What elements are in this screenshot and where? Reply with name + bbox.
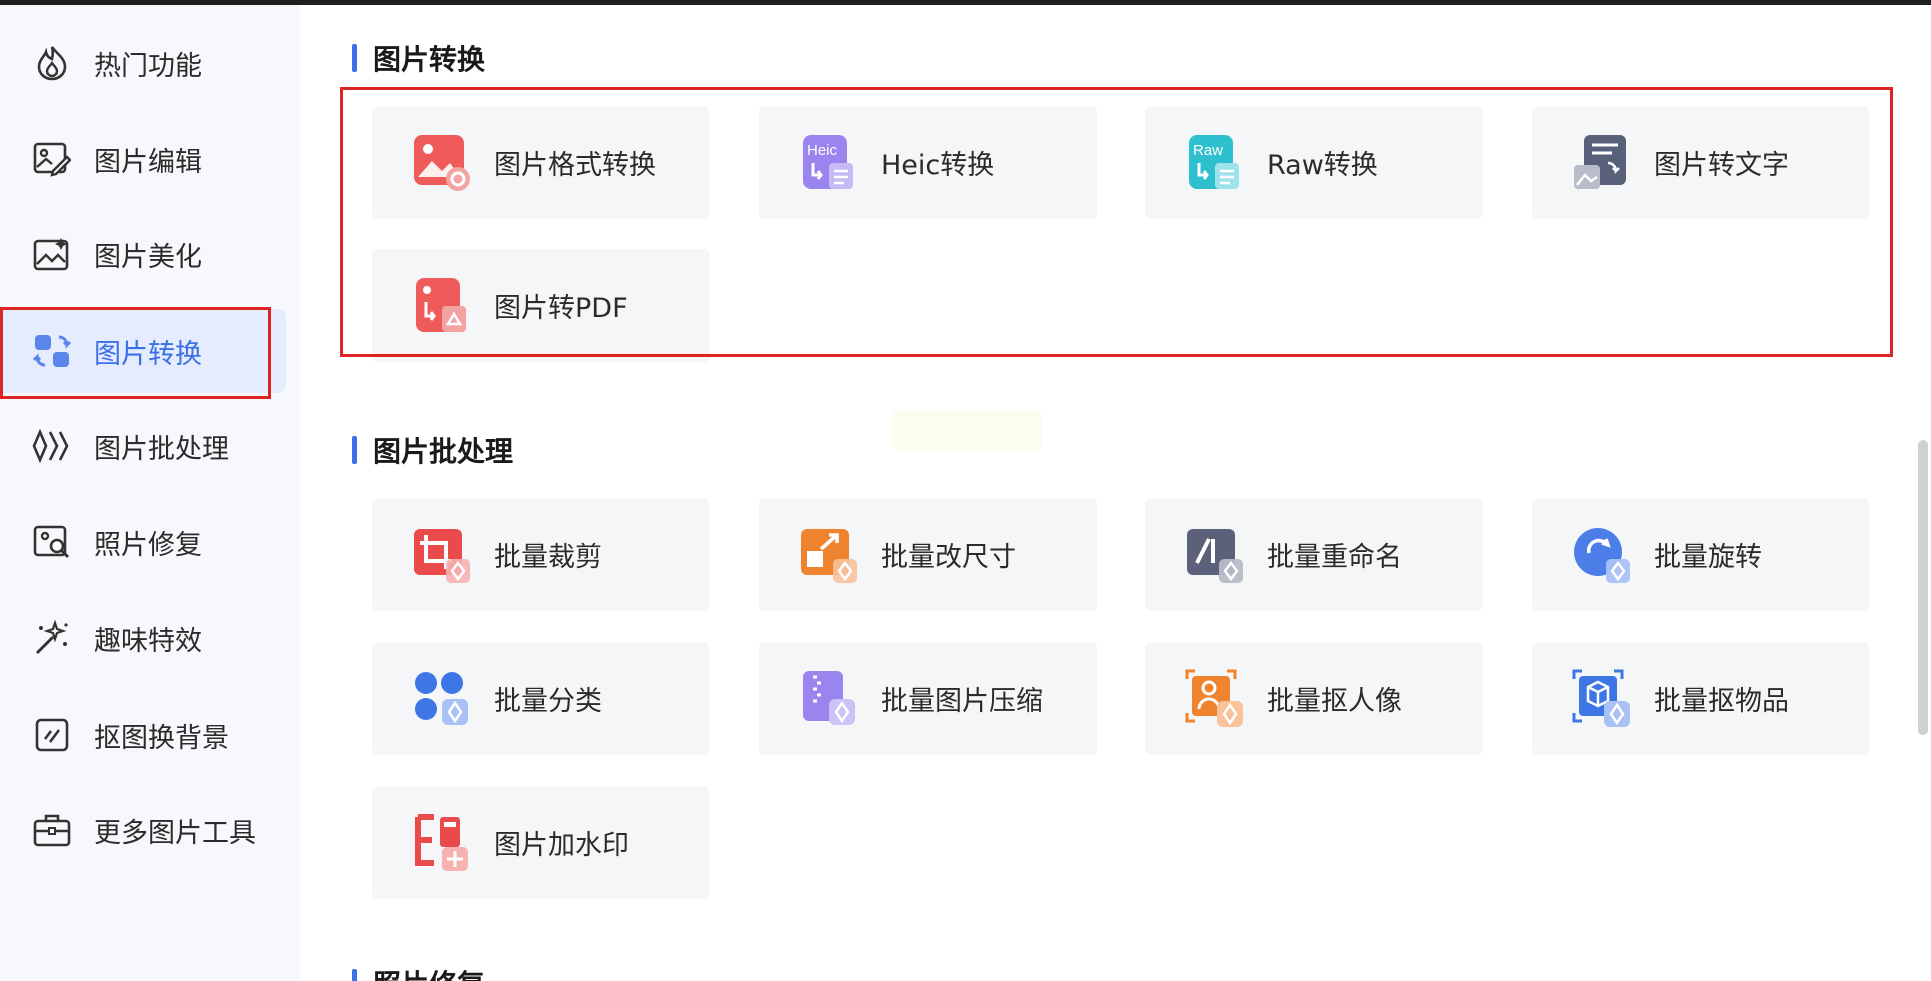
section-marker <box>352 436 357 464</box>
section-title-text: 图片批处理 <box>373 435 514 468</box>
sidebar-item-label: 更多图片工具 <box>94 817 256 849</box>
section-title-batch: 图片批处理 <box>352 430 513 470</box>
sidebar-item-image-beautify[interactable]: 图片美化 <box>0 212 286 296</box>
batch-classify-icon <box>412 669 472 729</box>
fire-icon <box>32 43 72 83</box>
card-label: Raw转换 <box>1267 150 1378 181</box>
card-label: 批量抠物品 <box>1654 686 1789 717</box>
card-label: 批量重命名 <box>1267 542 1402 573</box>
batch-crop-icon <box>412 525 472 585</box>
watermark-icon <box>412 813 472 873</box>
sidebar-item-image-convert[interactable]: 图片转换 <box>0 309 286 393</box>
sidebar-item-hot[interactable]: 热门功能 <box>0 21 286 105</box>
card-batch-object-cutout[interactable]: 批量抠物品 <box>1532 642 1870 755</box>
cutout-icon <box>32 715 72 755</box>
heic-icon: Heic <box>799 133 859 193</box>
card-add-watermark[interactable]: 图片加水印 <box>372 786 710 899</box>
image-edit-icon <box>32 139 72 179</box>
sidebar-item-label: 图片编辑 <box>94 146 202 178</box>
batch-rotate-icon <box>1572 525 1632 585</box>
sidebar-item-label: 图片美化 <box>94 241 202 273</box>
section-title-text: 照片修复 <box>373 963 485 981</box>
card-batch-classify[interactable]: 批量分类 <box>372 642 710 755</box>
photo-repair-icon <box>32 522 72 562</box>
card-label: 图片转文字 <box>1654 150 1789 181</box>
card-label: Heic转换 <box>881 150 995 181</box>
image-to-pdf-icon <box>412 276 472 336</box>
sidebar-item-label: 图片转换 <box>94 338 202 370</box>
main-content: 图片转换 图片格式转换 Heic Heic转换 Raw Raw转换 图片转文字 … <box>300 5 1905 981</box>
sidebar-item-fun-effects[interactable]: 趣味特效 <box>0 596 286 680</box>
sidebar-item-label: 热门功能 <box>94 50 202 82</box>
batch-process-icon <box>32 426 72 466</box>
sidebar-item-label: 照片修复 <box>94 529 202 561</box>
card-label: 批量改尺寸 <box>881 542 1016 573</box>
card-label: 图片格式转换 <box>494 150 656 181</box>
batch-rename-icon <box>1185 525 1245 585</box>
card-heic-convert[interactable]: Heic Heic转换 <box>759 106 1097 219</box>
sidebar-item-label: 抠图换背景 <box>94 722 229 754</box>
batch-portrait-cutout-icon <box>1185 669 1245 729</box>
card-batch-resize[interactable]: 批量改尺寸 <box>759 498 1097 611</box>
sidebar-item-batch[interactable]: 图片批处理 <box>0 404 286 488</box>
card-batch-crop[interactable]: 批量裁剪 <box>372 498 710 611</box>
heic-icon-text: Heic <box>807 142 838 159</box>
raw-icon: Raw <box>1185 133 1245 193</box>
card-label: 批量图片压缩 <box>881 686 1043 717</box>
section-marker <box>352 969 357 981</box>
vertical-scrollbar[interactable] <box>1918 440 1928 735</box>
sidebar-item-photo-repair[interactable]: 照片修复 <box>0 500 286 584</box>
image-to-text-icon <box>1572 133 1632 193</box>
card-image-format-convert[interactable]: 图片格式转换 <box>372 106 710 219</box>
card-label: 图片转PDF <box>494 293 628 324</box>
sidebar-item-label: 图片批处理 <box>94 433 229 465</box>
image-beautify-icon <box>32 234 72 274</box>
sidebar-item-cutout[interactable]: 抠图换背景 <box>0 693 286 777</box>
card-label: 批量抠人像 <box>1267 686 1402 717</box>
magic-wand-icon <box>32 618 72 658</box>
toolbox-icon <box>32 810 72 850</box>
sidebar-item-image-edit[interactable]: 图片编辑 <box>0 117 286 201</box>
batch-object-cutout-icon <box>1572 669 1632 729</box>
raw-icon-text: Raw <box>1193 142 1223 159</box>
card-label: 批量裁剪 <box>494 542 602 573</box>
section-marker <box>352 44 357 72</box>
card-batch-rotate[interactable]: 批量旋转 <box>1532 498 1870 611</box>
sidebar-item-label: 趣味特效 <box>94 625 202 657</box>
image-format-icon <box>412 133 472 193</box>
image-convert-icon <box>32 331 72 371</box>
card-label: 批量旋转 <box>1654 542 1762 573</box>
batch-compress-icon <box>799 669 859 729</box>
card-batch-rename[interactable]: 批量重命名 <box>1145 498 1483 611</box>
sidebar-item-more-tools[interactable]: 更多图片工具 <box>0 788 286 872</box>
section-title-repair: 照片修复 <box>352 963 485 981</box>
card-image-to-text[interactable]: 图片转文字 <box>1532 106 1870 219</box>
card-label: 批量分类 <box>494 686 602 717</box>
sidebar: 热门功能 图片编辑 图片美化 图片转换 图片批处理 照片修复 趣味特效 抠图换背… <box>0 5 300 981</box>
card-raw-convert[interactable]: Raw Raw转换 <box>1145 106 1483 219</box>
batch-resize-icon <box>799 525 859 585</box>
card-label: 图片加水印 <box>494 830 629 861</box>
faint-watermark <box>892 410 1042 450</box>
card-image-to-pdf[interactable]: 图片转PDF <box>372 249 710 362</box>
card-batch-portrait-cutout[interactable]: 批量抠人像 <box>1145 642 1483 755</box>
section-title-convert: 图片转换 <box>352 38 485 78</box>
card-batch-compress[interactable]: 批量图片压缩 <box>759 642 1097 755</box>
section-title-text: 图片转换 <box>373 43 486 76</box>
